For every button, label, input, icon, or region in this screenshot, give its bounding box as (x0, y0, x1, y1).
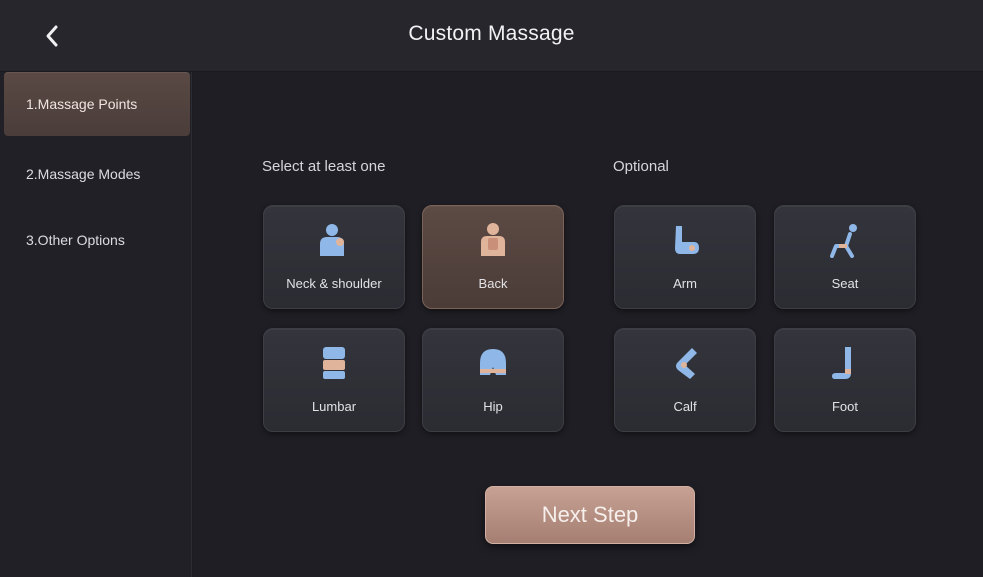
sidebar: 1.Massage Points 2.Massage Modes 3.Other… (0, 72, 192, 577)
required-group-label: Select at least one (262, 158, 386, 175)
neck-shoulder-icon (320, 224, 344, 256)
sidebar-item-massage-points[interactable]: 1.Massage Points (4, 72, 190, 136)
tile-hip[interactable]: Hip (422, 328, 564, 432)
tile-label: Back (478, 276, 508, 291)
tile-label: Lumbar (311, 399, 357, 414)
tile-back[interactable]: Back (422, 205, 564, 309)
calf-icon (676, 348, 697, 379)
back-icon (481, 223, 505, 256)
sidebar-item-label: 2.Massage Modes (26, 166, 141, 182)
header-bar: Custom Massage (0, 0, 983, 72)
sidebar-item-label: 3.Other Options (26, 232, 125, 248)
foot-icon (832, 347, 851, 379)
next-step-label: Next Step (541, 502, 639, 527)
tile-label: Calf (673, 399, 697, 414)
page-title: Custom Massage (408, 22, 575, 45)
optional-group-label: Optional (613, 158, 669, 175)
tile-foot[interactable]: Foot (774, 328, 916, 432)
tile-label: Neck & shoulder (286, 276, 382, 291)
tile-arm[interactable]: Arm (614, 205, 756, 309)
hip-icon (480, 349, 506, 375)
tile-label: Hip (483, 399, 503, 414)
tile-calf[interactable]: Calf (614, 328, 756, 432)
tile-lumbar[interactable]: Lumbar (263, 328, 405, 432)
sidebar-item-label: 1.Massage Points (26, 96, 138, 112)
tile-label: Arm (673, 276, 697, 291)
tile-seat[interactable]: Seat (774, 205, 916, 309)
lumbar-icon (323, 347, 345, 379)
main-panel: Select at least one Optional Neck & shou… (193, 72, 983, 577)
seat-icon (830, 224, 857, 258)
sidebar-item-massage-modes[interactable]: 2.Massage Modes (4, 142, 190, 206)
next-step-button[interactable]: Next Step (485, 486, 695, 544)
tile-neck-shoulder[interactable]: Neck & shoulder (263, 205, 405, 309)
tile-label: Seat (831, 276, 859, 291)
sidebar-item-other-options[interactable]: 3.Other Options (4, 208, 190, 272)
arm-icon (675, 226, 699, 254)
tile-label: Foot (831, 399, 858, 414)
